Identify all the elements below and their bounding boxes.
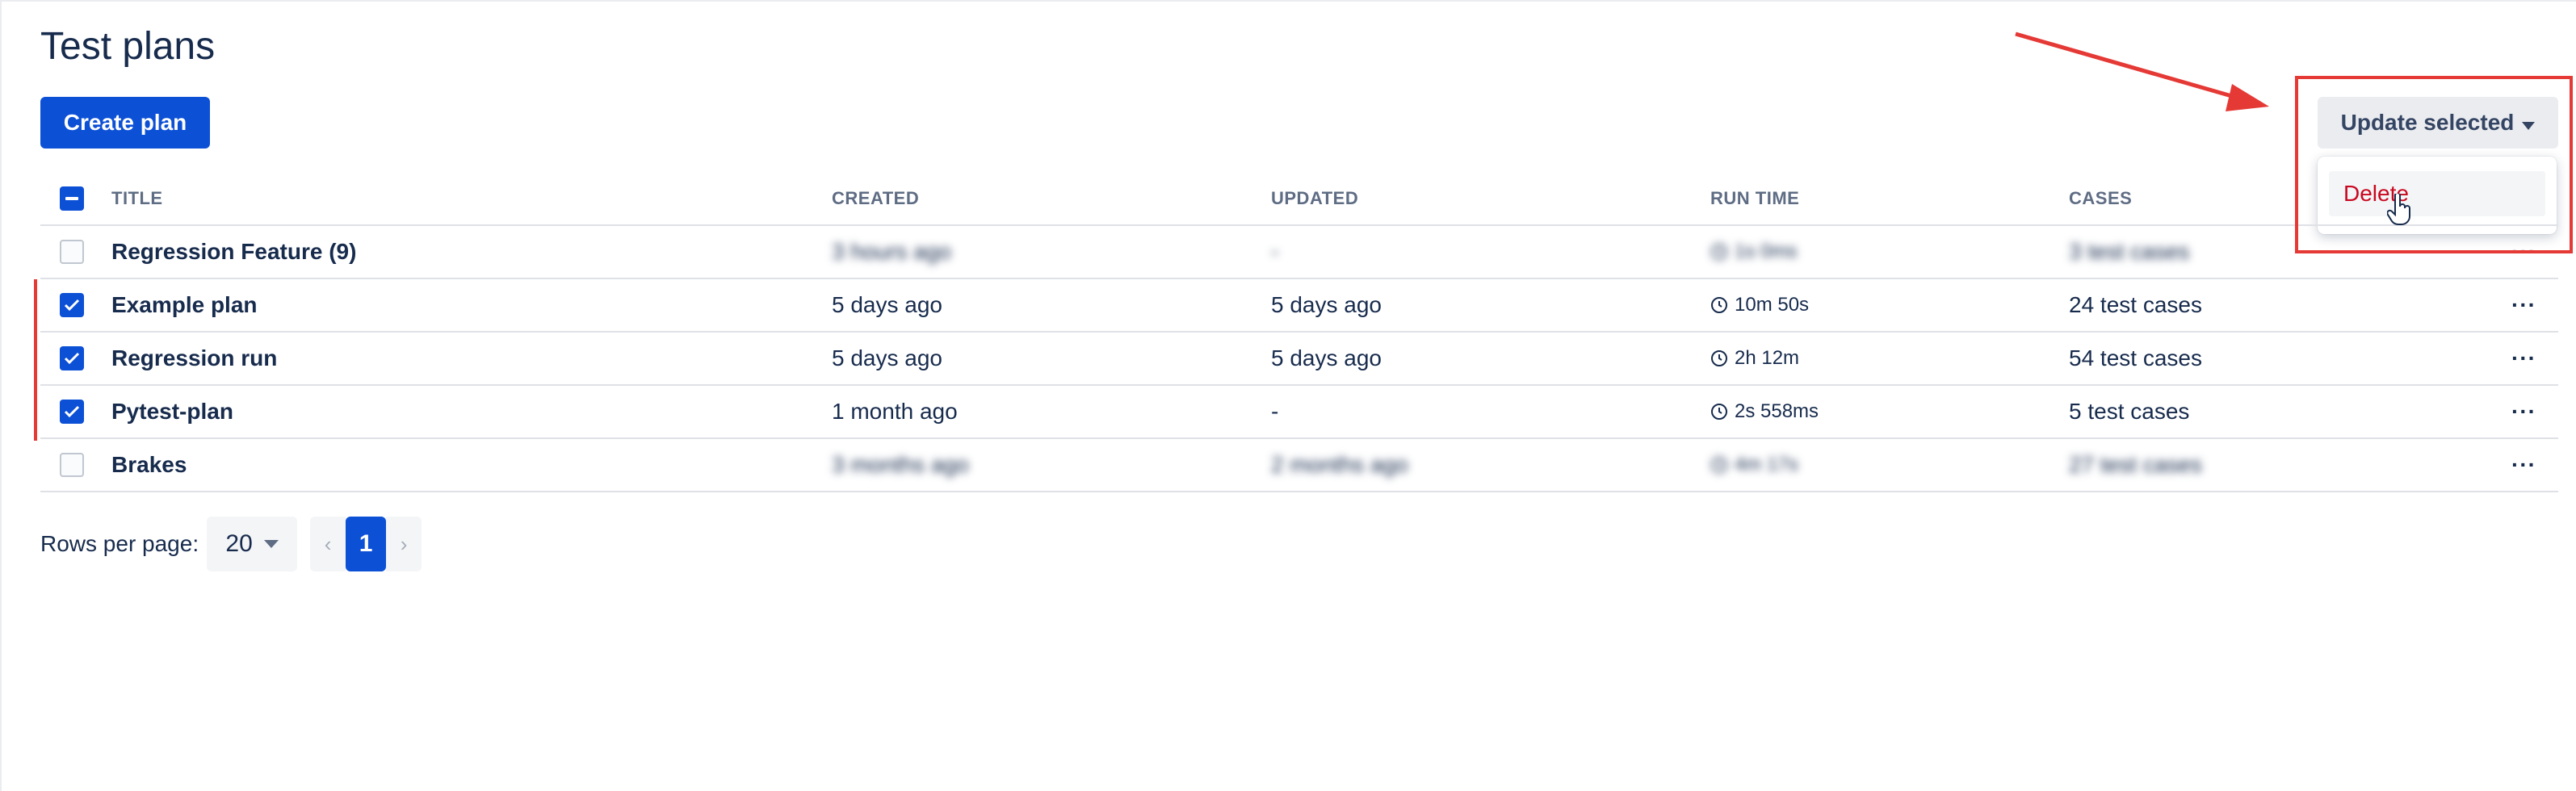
table-row[interactable]: Regression run 5 days ago 5 days ago 2h … bbox=[40, 333, 2558, 386]
plan-title[interactable]: Brakes bbox=[111, 439, 187, 491]
run-time: 4m 17s bbox=[1710, 439, 1798, 491]
clock-icon bbox=[1711, 297, 1727, 313]
app-frame: Test plans Create plan Update selected D… bbox=[0, 0, 2576, 791]
updated-date: 5 days ago bbox=[1271, 292, 1382, 317]
create-plan-button[interactable]: Create plan bbox=[40, 97, 210, 149]
plan-title[interactable]: Regression Feature (9) bbox=[111, 226, 356, 278]
created-date: 5 days ago bbox=[832, 345, 942, 370]
column-header-created[interactable]: CREATED bbox=[832, 173, 919, 224]
run-time: 2s 558ms bbox=[1710, 386, 1819, 437]
table-row[interactable]: Pytest-plan 1 month ago - 2s 558ms 5 tes… bbox=[40, 386, 2558, 439]
clock-icon bbox=[1711, 244, 1727, 260]
created-date: 5 days ago bbox=[832, 292, 942, 317]
selected-rows-annotation-bar bbox=[34, 279, 37, 441]
table-row[interactable]: Regression Feature (9) 3 hours ago - 1s … bbox=[40, 226, 2558, 279]
row-checkbox[interactable] bbox=[60, 240, 84, 264]
clock-icon bbox=[1711, 404, 1727, 420]
case-count: 5 test cases bbox=[2069, 399, 2190, 424]
case-count: 3 test cases bbox=[2069, 239, 2190, 264]
table-row[interactable]: Brakes 3 months ago 2 months ago 4m 17s … bbox=[40, 439, 2558, 492]
clock-icon bbox=[1711, 350, 1727, 366]
column-header-updated[interactable]: UPDATED bbox=[1271, 173, 1358, 224]
run-time-value: 1s 0ms bbox=[1735, 241, 1798, 262]
rows-per-page-value: 20 bbox=[225, 530, 253, 557]
column-header-run-time[interactable]: RUN TIME bbox=[1710, 173, 1799, 224]
run-time-value: 2s 558ms bbox=[1735, 400, 1819, 422]
updated-date: - bbox=[1271, 239, 1279, 264]
rows-per-page-select[interactable]: 20 bbox=[207, 517, 298, 571]
row-checkbox[interactable] bbox=[60, 346, 84, 370]
next-page-button[interactable]: › bbox=[386, 517, 422, 571]
select-all-checkbox[interactable] bbox=[60, 186, 84, 211]
row-checkbox[interactable] bbox=[60, 400, 84, 424]
updated-date: - bbox=[1271, 399, 1279, 424]
checkmark-icon bbox=[64, 405, 80, 418]
checkmark-icon bbox=[64, 299, 80, 312]
run-time: 2h 12m bbox=[1710, 333, 1799, 384]
column-header-title[interactable]: TITLE bbox=[111, 173, 163, 224]
run-time: 1s 0ms bbox=[1710, 226, 1797, 278]
run-time-value: 4m 17s bbox=[1735, 454, 1798, 475]
plan-title[interactable]: Pytest-plan bbox=[111, 386, 233, 437]
caret-down-icon bbox=[263, 540, 279, 548]
page-button-current[interactable]: 1 bbox=[346, 517, 387, 571]
prev-page-button[interactable]: ‹ bbox=[310, 517, 346, 571]
row-checkbox[interactable] bbox=[60, 453, 84, 477]
row-menu-button[interactable]: ··· bbox=[2511, 279, 2536, 331]
run-time-value: 2h 12m bbox=[1735, 347, 1800, 369]
case-count: 27 test cases bbox=[2069, 452, 2202, 477]
annotation-highlight-box bbox=[2295, 76, 2573, 253]
case-count: 24 test cases bbox=[2069, 292, 2202, 317]
table-row[interactable]: Example plan 5 days ago 5 days ago 10m 5… bbox=[40, 279, 2558, 333]
checkmark-icon bbox=[64, 352, 80, 365]
created-date: 1 month ago bbox=[832, 399, 958, 424]
run-time: 10m 50s bbox=[1710, 279, 1809, 331]
plan-title[interactable]: Regression run bbox=[111, 333, 277, 384]
created-date: 3 hours ago bbox=[832, 239, 951, 264]
table-header: TITLE CREATED UPDATED RUN TIME CASES bbox=[40, 173, 2558, 226]
row-menu-button[interactable]: ··· bbox=[2511, 333, 2536, 384]
hand-cursor-icon bbox=[2387, 194, 2410, 225]
row-checkbox[interactable] bbox=[60, 293, 84, 317]
run-time-value: 10m 50s bbox=[1735, 294, 1810, 316]
created-date: 3 months ago bbox=[832, 452, 969, 477]
row-menu-button[interactable]: ··· bbox=[2511, 386, 2536, 437]
plan-title[interactable]: Example plan bbox=[111, 279, 258, 331]
clock-icon bbox=[1711, 457, 1727, 473]
updated-date: 5 days ago bbox=[1271, 345, 1382, 370]
case-count: 54 test cases bbox=[2069, 345, 2202, 370]
test-plans-table: TITLE CREATED UPDATED RUN TIME CASES Reg… bbox=[40, 173, 2558, 492]
updated-date: 2 months ago bbox=[1271, 452, 1408, 477]
page-title: Test plans bbox=[40, 25, 216, 68]
row-menu-button[interactable]: ··· bbox=[2511, 439, 2536, 491]
column-header-cases[interactable]: CASES bbox=[2069, 173, 2132, 224]
rows-per-page-label: Rows per page: bbox=[40, 531, 199, 556]
pagination: Rows per page: 20 ‹ 1 › bbox=[40, 515, 422, 573]
